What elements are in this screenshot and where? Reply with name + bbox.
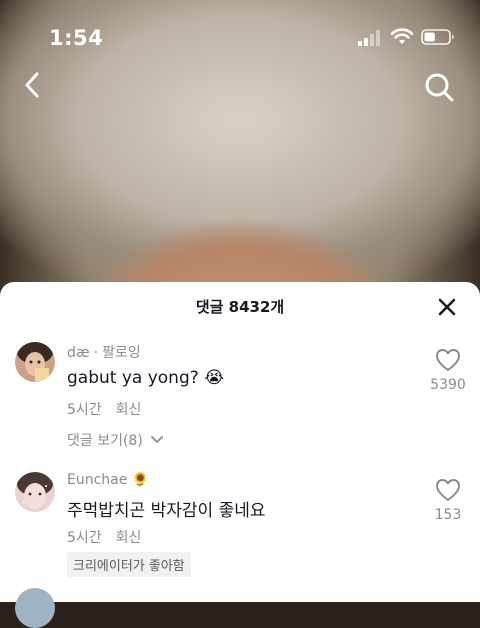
comments-count-title: 댓글 8432개: [195, 298, 285, 316]
comment-username[interactable]: dæ · 팔로잉: [67, 342, 141, 362]
view-replies-label: 댓글 보기(8): [67, 433, 143, 449]
comments-sheet: 댓글 8432개 dæ · 팔로잉 gabut ya yong? 😭 5시간 회신: [0, 282, 480, 628]
search-icon[interactable]: [422, 70, 456, 104]
comment-text: 주먹밥치곤 박자감이 좋네요: [67, 501, 266, 521]
heart-outline-icon: [436, 349, 460, 371]
sunflower-emoji: 🌻: [131, 472, 150, 488]
close-icon[interactable]: [436, 296, 458, 318]
username-text: dæ: [67, 345, 90, 361]
username-text: Eunchae: [67, 472, 128, 488]
creator-liked-badge: 크리에이터가 좋아함: [67, 552, 191, 577]
avatar-image: [15, 342, 55, 382]
crying-emoji: 😭: [204, 368, 225, 388]
avatar-image: [15, 472, 55, 512]
cellular-signal-icon: [358, 30, 380, 46]
view-replies-button[interactable]: 댓글 보기(8): [67, 430, 164, 450]
comment-username[interactable]: Eunchae 🌻: [67, 472, 149, 488]
reply-button[interactable]: 회신: [116, 530, 142, 546]
comment-body: gabut ya yong?: [67, 368, 199, 388]
back-chevron-icon[interactable]: [18, 70, 48, 100]
chevron-down-icon: [151, 436, 164, 443]
comment-meta: 5시간 회신: [67, 399, 141, 419]
like-count: 153: [434, 507, 462, 523]
comment-meta: 5시간 회신: [67, 527, 141, 547]
comment-age: 5시간: [67, 530, 102, 546]
comment-text: gabut ya yong? 😭: [67, 368, 224, 388]
reply-button[interactable]: 회신: [116, 402, 142, 418]
like-button[interactable]: 5390: [423, 348, 473, 393]
wifi-icon: [390, 28, 414, 44]
heart-outline-icon: [436, 479, 460, 501]
like-button[interactable]: 153: [423, 478, 473, 523]
comment-age: 5시간: [67, 402, 102, 418]
status-time: 1:54: [49, 26, 104, 50]
separator-dot: ·: [93, 345, 99, 361]
status-bar: 1:54: [0, 0, 480, 74]
avatar[interactable]: [15, 588, 55, 628]
relation-label: 팔로잉: [102, 345, 141, 361]
avatar[interactable]: [15, 472, 55, 512]
avatar[interactable]: [15, 342, 55, 382]
battery-icon: [421, 29, 454, 45]
like-count: 5390: [430, 377, 466, 393]
